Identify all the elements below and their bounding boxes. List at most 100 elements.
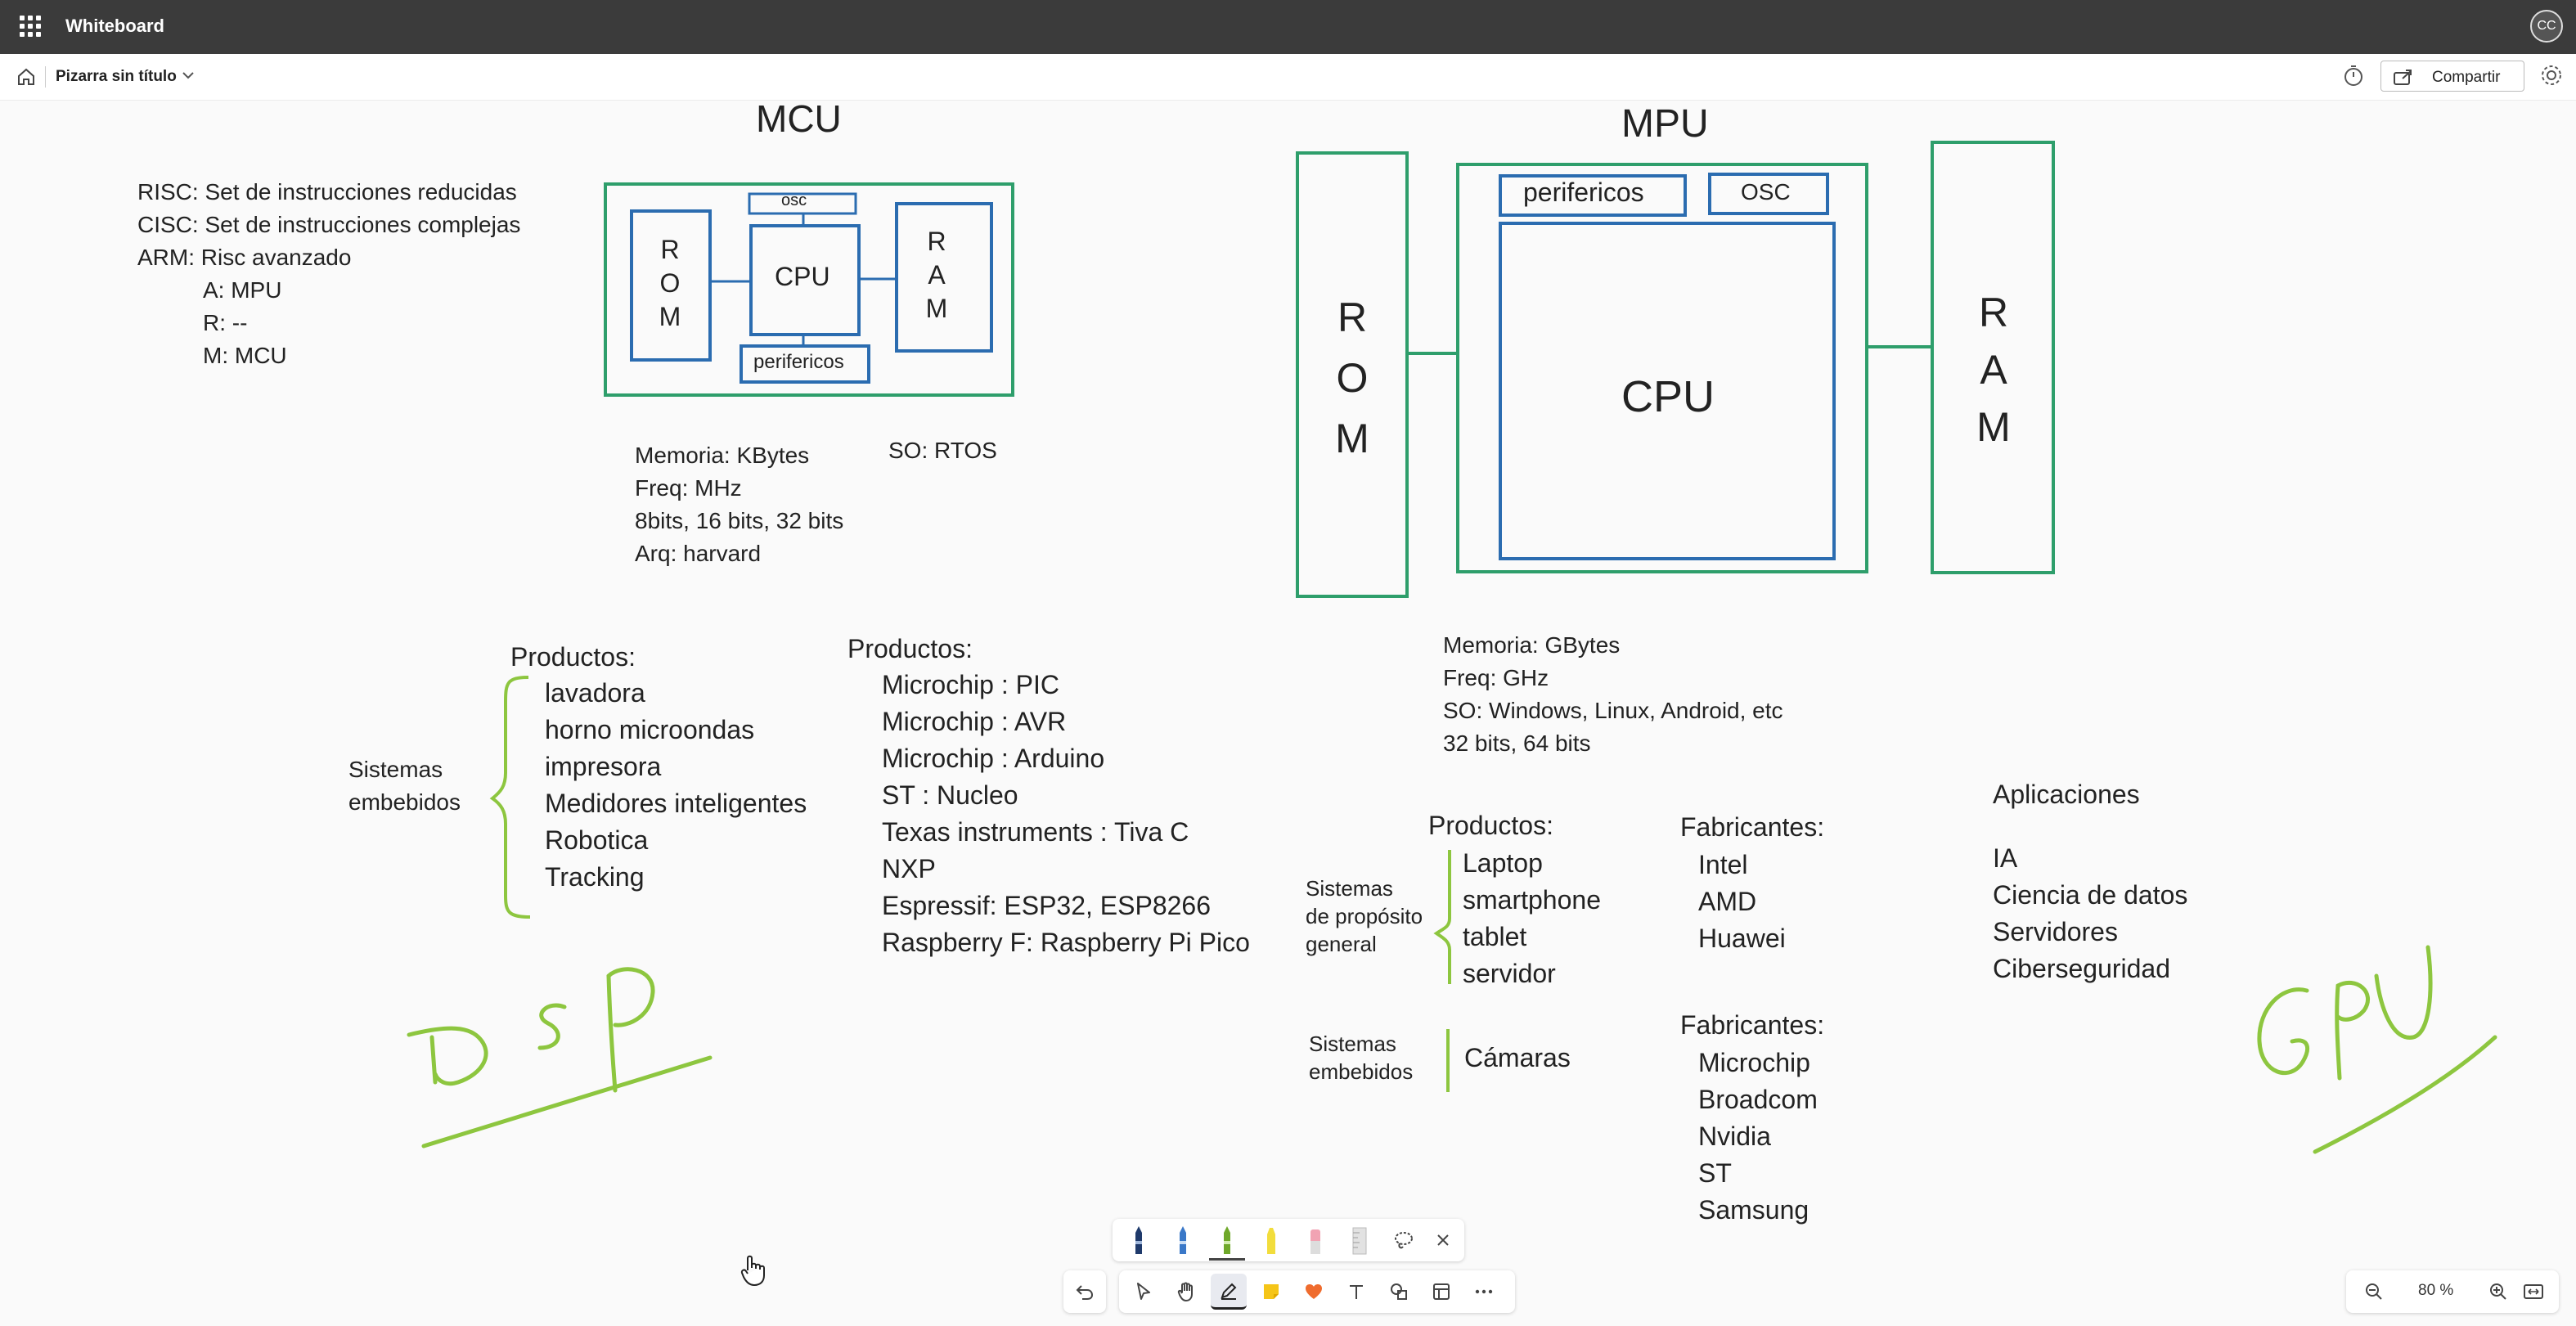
chevron-down-icon[interactable] xyxy=(180,65,196,85)
mpu-embedded-label: Sistemas embebidos xyxy=(1309,1030,1413,1086)
mpu-products-list: Laptop smartphone tablet servidor xyxy=(1463,845,1601,992)
list-item: Microchip : AVR xyxy=(882,707,1067,736)
list-item: Ciberseguridad xyxy=(1993,954,2171,983)
gear-icon[interactable] xyxy=(2539,63,2564,88)
undo-button[interactable] xyxy=(1067,1274,1103,1310)
mcu-spec: 8bits, 16 bits, 32 bits xyxy=(635,508,844,533)
mpu-rom-letter: M xyxy=(1335,416,1369,461)
shapes-tool[interactable] xyxy=(1381,1274,1417,1310)
pen-draw-icon xyxy=(1221,1283,1237,1300)
vendor-products-list: Microchip : PIC Microchip : AVR Microchi… xyxy=(882,667,1250,961)
lasso-button[interactable] xyxy=(1386,1222,1422,1258)
manufacturers-title: Fabricantes: xyxy=(1680,1010,1825,1040)
mpu-title: MPU xyxy=(1621,102,1709,146)
vendor-products-title: Productos: xyxy=(847,634,973,663)
ruler-icon xyxy=(1352,1227,1367,1255)
group-label-line: Sistemas xyxy=(1306,876,1393,901)
list-item: servidor xyxy=(1463,959,1556,988)
hand-cursor-icon xyxy=(740,1255,765,1286)
pen-icon xyxy=(1135,1226,1142,1254)
sticky-note-tool[interactable] xyxy=(1253,1274,1289,1310)
mpu-ram-letters: R A M xyxy=(1973,284,2014,456)
board-name[interactable]: Pizarra sin título xyxy=(56,68,177,86)
mpu-ram-letter: M xyxy=(1976,404,2011,450)
list-item: Nvidia xyxy=(1698,1121,1771,1151)
group-label-line: Sistemas xyxy=(348,757,443,782)
mpu-osc-label: OSC xyxy=(1741,179,1791,205)
pan-tool[interactable] xyxy=(1168,1274,1204,1310)
home-icon[interactable] xyxy=(15,65,38,88)
pen-blue-dark-button[interactable] xyxy=(1121,1222,1157,1258)
templates-tool[interactable] xyxy=(1423,1274,1459,1310)
list-item: Texas instruments : Tiva C xyxy=(882,817,1189,847)
mpu-spec: Freq: GHz xyxy=(1443,665,1549,690)
more-options-button[interactable] xyxy=(1466,1274,1502,1310)
fit-to-screen-icon[interactable] xyxy=(2523,1282,2544,1301)
mpu-spec: Memoria: GBytes xyxy=(1443,632,1621,658)
zoom-controls: 80 % xyxy=(2346,1270,2559,1313)
pen-blue-light-button[interactable] xyxy=(1165,1222,1201,1258)
pen-green-button[interactable] xyxy=(1209,1222,1245,1261)
close-icon[interactable] xyxy=(1425,1222,1461,1258)
list-item: Espressif: ESP32, ESP8266 xyxy=(882,891,1211,920)
share-button[interactable]: Compartir xyxy=(2380,61,2524,92)
list-item: Microchip : Arduino xyxy=(882,744,1105,773)
mcu-rom-letter: M xyxy=(659,302,681,331)
mpu-diagram[interactable] xyxy=(1296,141,2055,598)
mpu-rom-letters: R O M xyxy=(1332,287,1373,469)
mcu-os: SO: RTOS xyxy=(888,438,997,463)
mcu-specs: Memoria: KBytes Freq: MHz 8bits, 16 bits… xyxy=(635,439,843,570)
group-label-line: general xyxy=(1306,932,1377,956)
list-item: Microchip : PIC xyxy=(882,670,1059,699)
pen-icon xyxy=(1224,1226,1230,1254)
heart-icon xyxy=(1306,1284,1322,1299)
zoom-in-icon[interactable] xyxy=(2488,1282,2508,1301)
text-icon xyxy=(1350,1285,1363,1299)
text-tool[interactable] xyxy=(1338,1274,1374,1310)
ruler-button[interactable] xyxy=(1342,1222,1378,1258)
highlighter-yellow-button[interactable] xyxy=(1253,1222,1289,1258)
embedded-group-label: Sistemas embebidos xyxy=(348,753,461,819)
eraser-icon xyxy=(1310,1229,1320,1254)
mpu-spec: SO: Windows, Linux, Android, etc xyxy=(1443,698,1783,723)
brace-embedded xyxy=(489,676,531,919)
group-label-line: Sistemas xyxy=(1309,1032,1396,1056)
whiteboard-canvas[interactable]: MCU osc CPU perifericos R O M R A M Memo… xyxy=(0,97,2576,1326)
app-launcher-icon[interactable] xyxy=(20,16,43,38)
zoom-out-icon[interactable] xyxy=(2364,1282,2384,1301)
shapes-icon xyxy=(1391,1283,1407,1300)
list-item: AMD xyxy=(1698,887,1757,916)
isa-note: R: -- xyxy=(203,310,248,335)
sticky-note-icon xyxy=(1264,1284,1279,1299)
manufacturers-list: Microchip Broadcom Nvidia ST Samsung xyxy=(1698,1045,1818,1229)
undo-icon xyxy=(1076,1285,1094,1300)
list-item: IA xyxy=(1993,843,2018,873)
template-icon xyxy=(1433,1283,1450,1300)
general-purpose-label: Sistemas de propósito general xyxy=(1306,874,1423,958)
list-item: NXP xyxy=(882,854,936,883)
zoom-level[interactable]: 80 % xyxy=(2418,1282,2453,1300)
mpu-rom-letter: O xyxy=(1336,355,1369,401)
mcu-rom-letter: O xyxy=(659,268,681,298)
gpu-handwriting xyxy=(2257,945,2497,1154)
eraser-button[interactable] xyxy=(1297,1222,1333,1258)
group-label-line: embebidos xyxy=(348,789,461,815)
undo-bar xyxy=(1063,1270,1106,1313)
timer-icon[interactable] xyxy=(2341,64,2366,88)
reactions-tool[interactable] xyxy=(1296,1274,1332,1310)
mcu-spec: Arq: harvard xyxy=(635,541,762,566)
list-item: Servidores xyxy=(1993,917,2118,946)
list-item: Laptop xyxy=(1463,848,1543,878)
isa-note: M: MCU xyxy=(203,343,287,368)
draw-tool[interactable] xyxy=(1211,1274,1247,1310)
list-item: Tracking xyxy=(545,862,645,892)
app-title: Whiteboard xyxy=(65,16,164,36)
isa-note: RISC: Set de instrucciones reducidas xyxy=(137,179,517,205)
avatar[interactable]: CC xyxy=(2530,10,2563,43)
mcu-ram-letter: R xyxy=(927,227,946,256)
mpu-ram-letter: R xyxy=(1978,290,2009,335)
products-title: Productos: xyxy=(510,642,636,672)
main-toolbar xyxy=(1119,1270,1515,1313)
select-tool[interactable] xyxy=(1126,1274,1162,1310)
isa-note: A: MPU xyxy=(203,277,282,303)
